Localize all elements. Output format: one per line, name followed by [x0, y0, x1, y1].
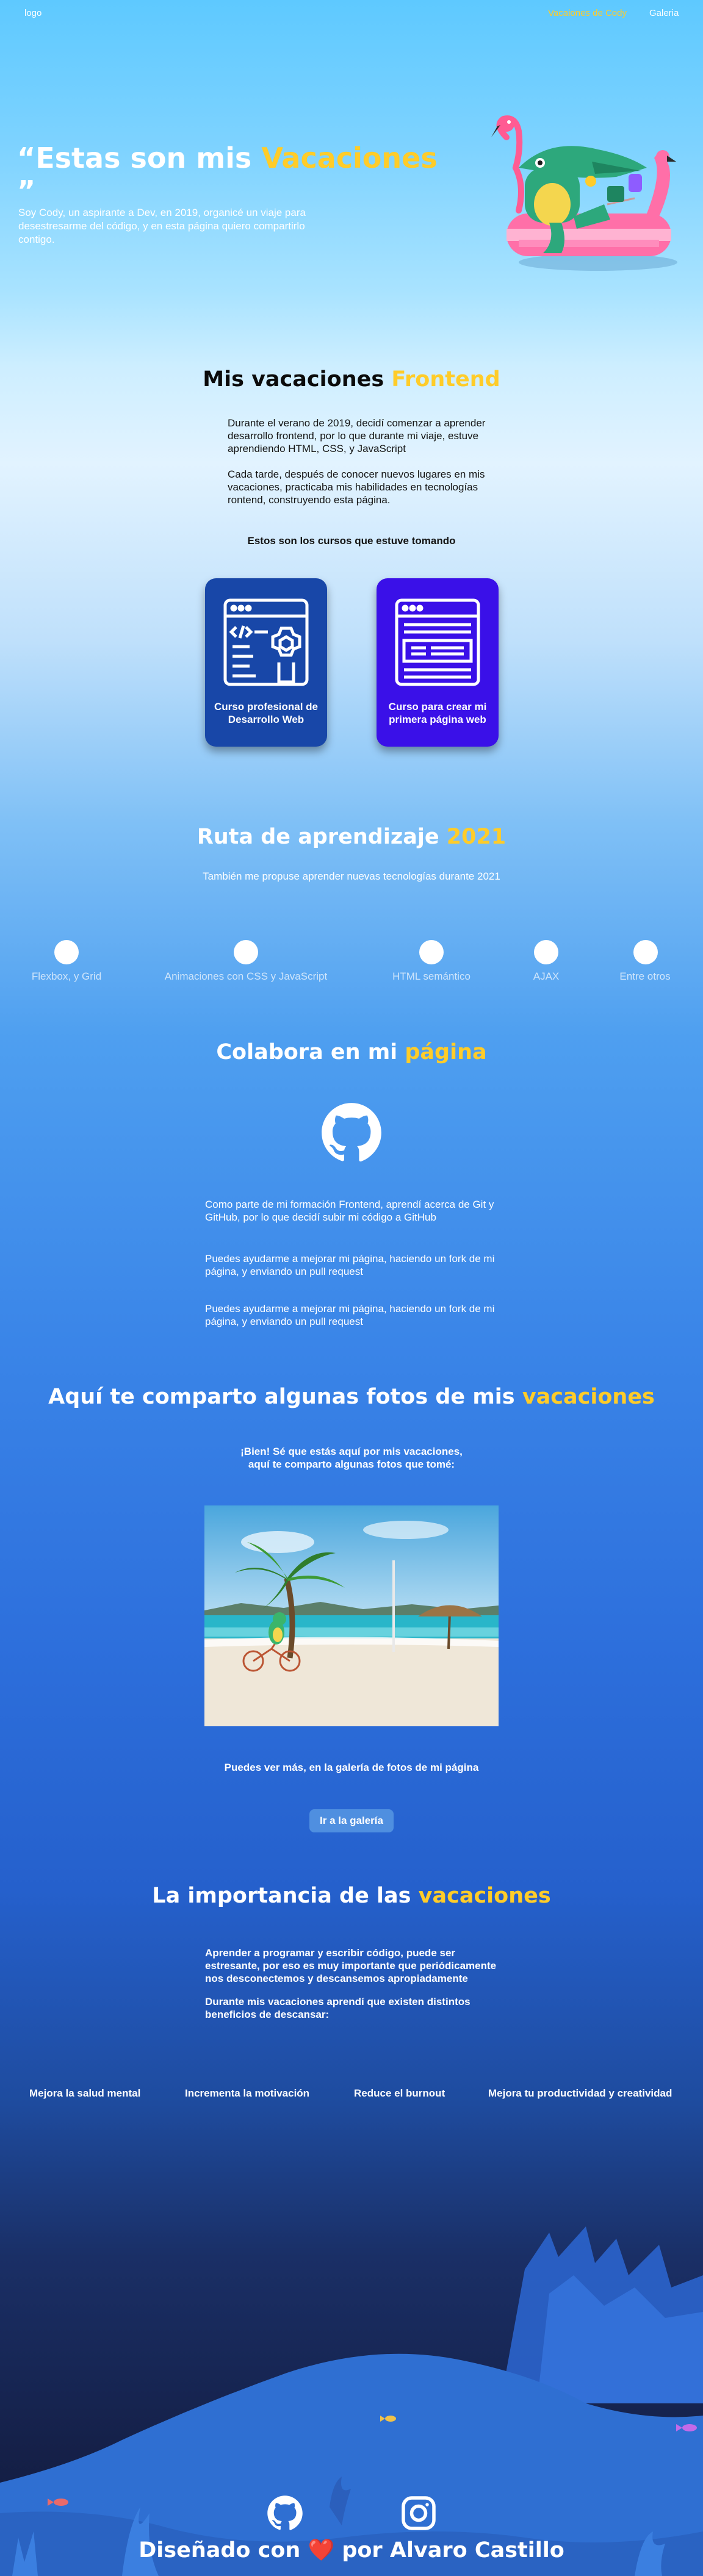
benefit-label: Reduce el burnout: [354, 2087, 445, 2099]
topic-label: Flexbox, y Grid: [31, 970, 102, 982]
nav-link-galeria[interactable]: Galeria: [649, 8, 679, 18]
collaborate-paragraph-3: Puedes ayudarme a mejorar mi página, hac…: [205, 1303, 495, 1327]
benefit-label: Mejora la salud mental: [29, 2087, 141, 2099]
github-icon[interactable]: [320, 1102, 383, 1164]
collaborate-paragraph-1: Como parte de mi formación Frontend, apr…: [205, 1199, 494, 1223]
benefit-label: Mejora tu productividad y creatividad: [488, 2087, 672, 2099]
timeline-dot: [534, 940, 558, 964]
timeline-dot: [633, 940, 658, 964]
timeline-dot: [419, 940, 444, 964]
github-icon[interactable]: [267, 2495, 303, 2531]
heart-icon: ❤️: [308, 2538, 335, 2563]
topic-label: Animaciones con CSS y JavaScript: [164, 970, 328, 982]
timeline-dot: [54, 940, 79, 964]
course-card-label: Curso profesional de Desarrollo Web: [214, 701, 319, 725]
webpage-layout-icon: [395, 598, 480, 686]
topic-label: HTML semántico: [392, 970, 470, 982]
learning-subtitle: También me propuse aprender nuevas tecno…: [203, 870, 500, 882]
nav-link-vacaciones[interactable]: Vacaiones de Cody: [548, 8, 627, 18]
instagram-icon[interactable]: [400, 2495, 437, 2531]
frontend-paragraph-2: Cada tarde, después de conocer nuevos lu…: [228, 468, 485, 506]
timeline-dot: [234, 940, 258, 964]
hero-subtitle: Soy Cody, un aspirante a Dev, en 2019, o…: [18, 207, 306, 245]
course-card-web-dev[interactable]: Curso profesional de Desarrollo Web: [205, 578, 327, 747]
underwater-scene: [0, 2226, 703, 2576]
course-card-label: Curso para crear mi primera página web: [388, 701, 487, 725]
photos-title: Aquí te comparto algunas fotos de mis va…: [48, 1385, 655, 1409]
learning-title: Ruta de aprendizaje 2021: [196, 825, 507, 849]
topic-label: AJAX: [533, 970, 560, 982]
footer-credit: Diseñado con ❤️ por Alvaro Castillo: [139, 2538, 564, 2563]
benefit-label: Incrementa la motivación: [185, 2087, 310, 2099]
hero-illustration: [491, 115, 677, 271]
code-gear-window-icon: [223, 598, 309, 686]
gallery-button[interactable]: Ir a la galería: [309, 1809, 394, 1832]
hero-title: “Estas son mis Vacaciones ”: [17, 142, 438, 207]
gallery-more-text: Puedes ver más, en la galería de fotos d…: [224, 1762, 479, 1773]
collaborate-paragraph-2: Puedes ayudarme a mejorar mi página, hac…: [205, 1253, 495, 1277]
topic-label: Entre otros: [619, 970, 671, 982]
logo[interactable]: logo: [24, 8, 41, 18]
importance-title: La importancia de las vacaciones: [152, 1884, 551, 1908]
course-card-first-page[interactable]: Curso para crear mi primera página web: [377, 578, 499, 747]
importance-paragraph-2: Durante mis vacaciones aprendí que exist…: [205, 1996, 470, 2020]
frontend-title: Mis vacaciones Frontend: [203, 367, 500, 392]
vacation-photo: [204, 1505, 499, 1726]
importance-paragraph-1: Aprender a programar y escribir código, …: [205, 1947, 497, 1984]
courses-heading: Estos son los cursos que estuve tomando: [247, 535, 456, 547]
photos-subtitle: ¡Bien! Sé que estás aquí por mis vacacio…: [240, 1446, 463, 1470]
frontend-paragraph-1: Durante el verano de 2019, decidí comenz…: [228, 417, 486, 454]
collaborate-title: Colabora en mi página: [216, 1040, 487, 1064]
